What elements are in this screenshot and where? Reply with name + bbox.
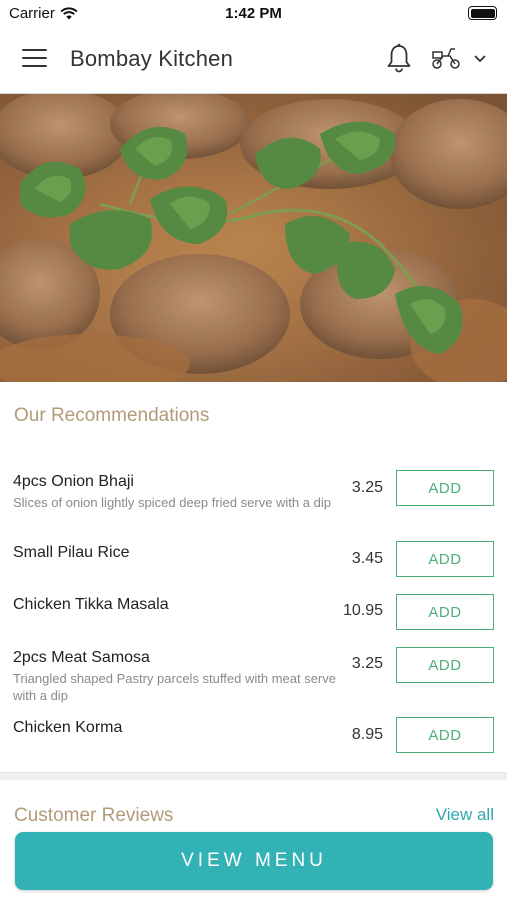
item-name: Chicken Tikka Masala bbox=[13, 596, 169, 613]
status-time: 1:42 PM bbox=[225, 5, 282, 22]
recommendations-title: Our Recommendations bbox=[14, 405, 210, 426]
app-header: Bombay Kitchen bbox=[0, 26, 507, 94]
item-name: Chicken Korma bbox=[13, 719, 123, 736]
add-button[interactable]: ADD bbox=[396, 647, 494, 683]
item-description: Triangled shaped Pastry parcels stuffed … bbox=[13, 671, 336, 703]
menu-icon[interactable] bbox=[22, 49, 47, 69]
item-name: 2pcs Meat Samosa bbox=[13, 649, 150, 666]
section-divider bbox=[0, 772, 507, 780]
add-button[interactable]: ADD bbox=[396, 594, 494, 630]
view-menu-button[interactable]: VIEW MENU bbox=[15, 832, 493, 890]
bell-icon[interactable] bbox=[386, 43, 412, 73]
item-price: 3.45 bbox=[351, 550, 383, 567]
add-button[interactable]: ADD bbox=[396, 541, 494, 577]
item-name: Small Pilau Rice bbox=[13, 544, 130, 561]
battery-icon bbox=[468, 6, 497, 20]
item-price: 8.95 bbox=[351, 726, 383, 743]
item-price: 3.25 bbox=[351, 655, 383, 672]
reviews-title: Customer Reviews bbox=[14, 805, 174, 826]
view-all-link[interactable]: View all bbox=[436, 805, 494, 827]
item-price: 3.25 bbox=[351, 479, 383, 496]
item-price: 10.95 bbox=[342, 602, 383, 619]
scooter-icon[interactable] bbox=[430, 46, 462, 70]
item-description: Slices of onion lightly spiced deep frie… bbox=[13, 495, 331, 510]
item-name: 4pcs Onion Bhaji bbox=[13, 473, 134, 490]
chevron-down-icon[interactable] bbox=[473, 54, 487, 64]
status-bar: Carrier 1:42 PM bbox=[0, 0, 507, 26]
hero-food-image bbox=[0, 94, 507, 382]
add-button[interactable]: ADD bbox=[396, 470, 494, 506]
add-button[interactable]: ADD bbox=[396, 717, 494, 753]
restaurant-title: Bombay Kitchen bbox=[70, 46, 233, 71]
